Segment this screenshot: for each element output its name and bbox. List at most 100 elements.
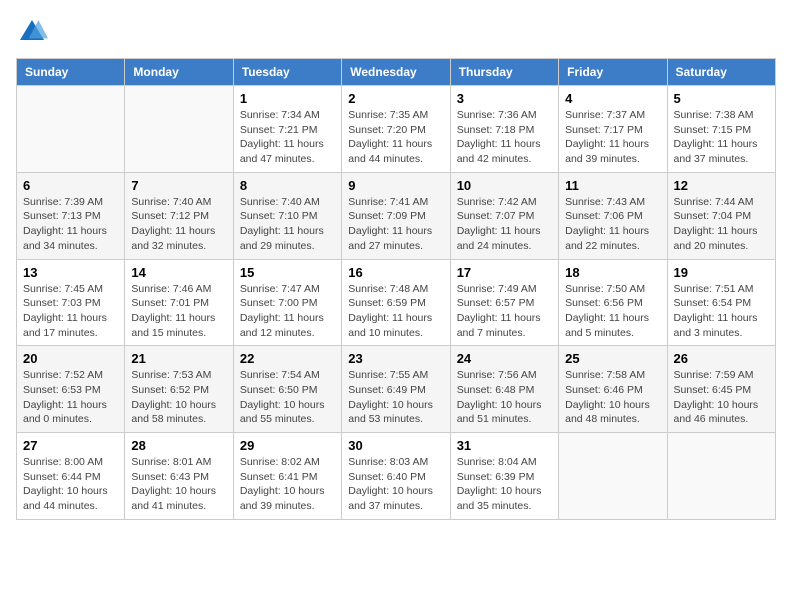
calendar-cell: 11 Sunrise: 7:43 AM Sunset: 7:06 PM Dayli… <box>559 172 667 259</box>
day-info: Sunrise: 7:53 AM Sunset: 6:52 PM Dayligh… <box>131 368 226 427</box>
calendar-header-friday: Friday <box>559 59 667 86</box>
calendar-header-monday: Monday <box>125 59 233 86</box>
day-number: 28 <box>131 438 226 453</box>
day-number: 3 <box>457 91 552 106</box>
day-number: 7 <box>131 178 226 193</box>
calendar-cell: 13Sunrise: 7:45 AM Sunset: 7:03 PM Dayli… <box>17 259 125 346</box>
day-number: 16 <box>348 265 443 280</box>
calendar-cell: 14 Sunrise: 7:46 AM Sunset: 7:01 PM Dayli… <box>125 259 233 346</box>
calendar-cell: 24 Sunrise: 7:56 AM Sunset: 6:48 PM Dayli… <box>450 346 558 433</box>
day-info: Sunrise: 8:00 AM Sunset: 6:44 PM Dayligh… <box>23 455 118 514</box>
calendar-cell: 18Sunrise: 7:50 AM Sunset: 6:56 PM Dayli… <box>559 259 667 346</box>
day-info: Sunrise: 8:01 AM Sunset: 6:43 PM Dayligh… <box>131 455 226 514</box>
day-info: Sunrise: 8:02 AM Sunset: 6:41 PM Dayligh… <box>240 455 335 514</box>
day-number: 24 <box>457 351 552 366</box>
day-info: Sunrise: 7:40 AM Sunset: 7:12 PM Dayligh… <box>131 195 226 254</box>
calendar-header-tuesday: Tuesday <box>233 59 341 86</box>
day-info: Sunrise: 7:58 AM Sunset: 6:46 PM Dayligh… <box>565 368 660 427</box>
calendar-cell: 8 Sunrise: 7:40 AM Sunset: 7:10 PM Daylig… <box>233 172 341 259</box>
day-number: 22 <box>240 351 335 366</box>
day-info: Sunrise: 7:59 AM Sunset: 6:45 PM Dayligh… <box>674 368 769 427</box>
day-number: 11 <box>565 178 660 193</box>
day-number: 6 <box>23 178 118 193</box>
day-number: 14 <box>131 265 226 280</box>
calendar-header-thursday: Thursday <box>450 59 558 86</box>
page-header <box>16 16 776 48</box>
day-info: Sunrise: 7:48 AM Sunset: 6:59 PM Dayligh… <box>348 282 443 341</box>
calendar-cell: 27 Sunrise: 8:00 AM Sunset: 6:44 PM Dayli… <box>17 433 125 520</box>
day-number: 15 <box>240 265 335 280</box>
calendar-header-sunday: Sunday <box>17 59 125 86</box>
day-info: Sunrise: 7:43 AM Sunset: 7:06 PM Dayligh… <box>565 195 660 254</box>
calendar-cell: 2 Sunrise: 7:35 AM Sunset: 7:20 PM Daylig… <box>342 86 450 173</box>
calendar-cell: 6 Sunrise: 7:39 AM Sunset: 7:13 PM Daylig… <box>17 172 125 259</box>
calendar-cell: 25 Sunrise: 7:58 AM Sunset: 6:46 PM Dayli… <box>559 346 667 433</box>
day-number: 9 <box>348 178 443 193</box>
calendar-cell: 12 Sunrise: 7:44 AM Sunset: 7:04 PM Dayli… <box>667 172 775 259</box>
calendar-cell: 9 Sunrise: 7:41 AM Sunset: 7:09 PM Daylig… <box>342 172 450 259</box>
day-number: 13 <box>23 265 118 280</box>
day-info: Sunrise: 7:34 AM Sunset: 7:21 PM Dayligh… <box>240 108 335 167</box>
calendar-cell: 29Sunrise: 8:02 AM Sunset: 6:41 PM Dayli… <box>233 433 341 520</box>
calendar-week-row: 27 Sunrise: 8:00 AM Sunset: 6:44 PM Dayli… <box>17 433 776 520</box>
day-number: 17 <box>457 265 552 280</box>
day-info: Sunrise: 7:38 AM Sunset: 7:15 PM Dayligh… <box>674 108 769 167</box>
calendar-cell: 15 Sunrise: 7:47 AM Sunset: 7:00 PM Dayli… <box>233 259 341 346</box>
day-number: 8 <box>240 178 335 193</box>
calendar-header-wednesday: Wednesday <box>342 59 450 86</box>
day-info: Sunrise: 8:04 AM Sunset: 6:39 PM Dayligh… <box>457 455 552 514</box>
calendar-cell <box>667 433 775 520</box>
logo <box>16 16 52 48</box>
calendar-cell: 22 Sunrise: 7:54 AM Sunset: 6:50 PM Dayli… <box>233 346 341 433</box>
day-number: 30 <box>348 438 443 453</box>
logo-icon <box>16 16 48 48</box>
calendar-table: SundayMondayTuesdayWednesdayThursdayFrid… <box>16 58 776 520</box>
calendar-cell: 30 Sunrise: 8:03 AM Sunset: 6:40 PM Dayli… <box>342 433 450 520</box>
day-info: Sunrise: 7:49 AM Sunset: 6:57 PM Dayligh… <box>457 282 552 341</box>
day-info: Sunrise: 7:41 AM Sunset: 7:09 PM Dayligh… <box>348 195 443 254</box>
day-number: 19 <box>674 265 769 280</box>
day-number: 25 <box>565 351 660 366</box>
calendar-cell: 7 Sunrise: 7:40 AM Sunset: 7:12 PM Daylig… <box>125 172 233 259</box>
day-info: Sunrise: 7:39 AM Sunset: 7:13 PM Dayligh… <box>23 195 118 254</box>
day-info: Sunrise: 7:35 AM Sunset: 7:20 PM Dayligh… <box>348 108 443 167</box>
day-info: Sunrise: 7:54 AM Sunset: 6:50 PM Dayligh… <box>240 368 335 427</box>
day-info: Sunrise: 7:37 AM Sunset: 7:17 PM Dayligh… <box>565 108 660 167</box>
calendar-cell: 20 Sunrise: 7:52 AM Sunset: 6:53 PM Dayli… <box>17 346 125 433</box>
day-info: Sunrise: 7:46 AM Sunset: 7:01 PM Dayligh… <box>131 282 226 341</box>
day-number: 12 <box>674 178 769 193</box>
calendar-week-row: 20 Sunrise: 7:52 AM Sunset: 6:53 PM Dayli… <box>17 346 776 433</box>
calendar-cell: 26Sunrise: 7:59 AM Sunset: 6:45 PM Dayli… <box>667 346 775 433</box>
calendar-week-row: 1Sunrise: 7:34 AM Sunset: 7:21 PM Daylig… <box>17 86 776 173</box>
calendar-cell: 28 Sunrise: 8:01 AM Sunset: 6:43 PM Dayli… <box>125 433 233 520</box>
calendar-week-row: 13Sunrise: 7:45 AM Sunset: 7:03 PM Dayli… <box>17 259 776 346</box>
day-info: Sunrise: 8:03 AM Sunset: 6:40 PM Dayligh… <box>348 455 443 514</box>
calendar-cell: 19 Sunrise: 7:51 AM Sunset: 6:54 PM Dayli… <box>667 259 775 346</box>
calendar-cell <box>125 86 233 173</box>
day-number: 27 <box>23 438 118 453</box>
day-info: Sunrise: 7:56 AM Sunset: 6:48 PM Dayligh… <box>457 368 552 427</box>
day-info: Sunrise: 7:52 AM Sunset: 6:53 PM Dayligh… <box>23 368 118 427</box>
day-number: 5 <box>674 91 769 106</box>
day-info: Sunrise: 7:44 AM Sunset: 7:04 PM Dayligh… <box>674 195 769 254</box>
day-info: Sunrise: 7:36 AM Sunset: 7:18 PM Dayligh… <box>457 108 552 167</box>
calendar-cell: 3 Sunrise: 7:36 AM Sunset: 7:18 PM Daylig… <box>450 86 558 173</box>
day-number: 23 <box>348 351 443 366</box>
calendar-header-row: SundayMondayTuesdayWednesdayThursdayFrid… <box>17 59 776 86</box>
day-info: Sunrise: 7:50 AM Sunset: 6:56 PM Dayligh… <box>565 282 660 341</box>
day-info: Sunrise: 7:42 AM Sunset: 7:07 PM Dayligh… <box>457 195 552 254</box>
calendar-cell <box>559 433 667 520</box>
calendar-cell: 31Sunrise: 8:04 AM Sunset: 6:39 PM Dayli… <box>450 433 558 520</box>
day-info: Sunrise: 7:51 AM Sunset: 6:54 PM Dayligh… <box>674 282 769 341</box>
day-number: 21 <box>131 351 226 366</box>
calendar-cell: 17 Sunrise: 7:49 AM Sunset: 6:57 PM Dayli… <box>450 259 558 346</box>
calendar-cell: 1Sunrise: 7:34 AM Sunset: 7:21 PM Daylig… <box>233 86 341 173</box>
day-number: 20 <box>23 351 118 366</box>
calendar-cell: 16 Sunrise: 7:48 AM Sunset: 6:59 PM Dayli… <box>342 259 450 346</box>
calendar-week-row: 6 Sunrise: 7:39 AM Sunset: 7:13 PM Daylig… <box>17 172 776 259</box>
day-info: Sunrise: 7:47 AM Sunset: 7:00 PM Dayligh… <box>240 282 335 341</box>
calendar-cell <box>17 86 125 173</box>
day-info: Sunrise: 7:40 AM Sunset: 7:10 PM Dayligh… <box>240 195 335 254</box>
day-number: 2 <box>348 91 443 106</box>
day-info: Sunrise: 7:55 AM Sunset: 6:49 PM Dayligh… <box>348 368 443 427</box>
